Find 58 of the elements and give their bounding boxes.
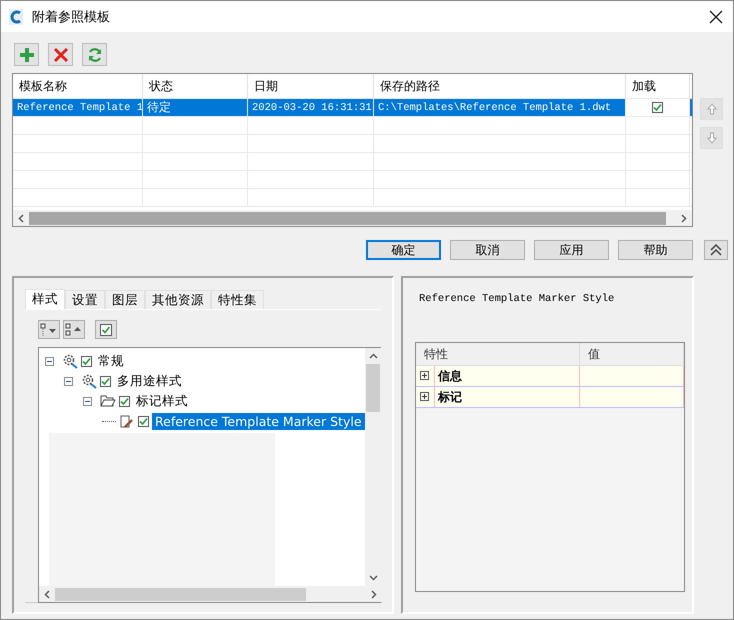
scroll-up-icon[interactable]: [368, 353, 378, 359]
dialog-button[interactable]: 帮助: [618, 240, 693, 260]
collapse-icon[interactable]: [704, 240, 728, 260]
scroll-right-icon[interactable]: [681, 214, 687, 222]
tree-checkbox[interactable]: [81, 356, 92, 366]
dialog-button[interactable]: 取消: [450, 240, 525, 260]
tree-checkbox[interactable]: [138, 416, 149, 426]
add-icon[interactable]: [14, 43, 39, 66]
refresh-icon[interactable]: [82, 43, 107, 66]
column-header[interactable]: 模板名称: [13, 74, 143, 98]
scroll-thumb[interactable]: [366, 364, 380, 412]
scroll-thumb[interactable]: [29, 212, 666, 224]
dialog-button[interactable]: 应用: [534, 240, 609, 260]
scroll-thumb[interactable]: [55, 588, 306, 600]
check-all-icon[interactable]: [95, 320, 117, 339]
scroll-left-icon[interactable]: [18, 214, 24, 222]
tree-item[interactable]: 常规: [95, 352, 127, 370]
collapse-toggle-icon[interactable]: [83, 396, 92, 406]
tab[interactable]: 其他资源: [145, 290, 211, 309]
tab[interactable]: 图层: [105, 290, 145, 309]
scroll-down-icon[interactable]: [368, 575, 378, 581]
collapse-all-icon[interactable]: [63, 320, 85, 339]
tree-checkbox[interactable]: [100, 376, 111, 386]
table-cell: 2020-03-20 16:31:31: [248, 99, 374, 116]
expand-toggle-icon[interactable]: [420, 371, 429, 380]
paintbrush-icon: [119, 413, 135, 429]
expand-all-icon[interactable]: [38, 320, 60, 339]
style-name: Reference Template Marker Style: [419, 293, 616, 305]
tab[interactable]: 设置: [65, 290, 105, 309]
horizontal-scrollbar[interactable]: [13, 210, 692, 226]
tab[interactable]: 特性集: [211, 290, 264, 309]
delete-icon[interactable]: [48, 43, 73, 66]
window-title: 附着参照模板: [32, 8, 110, 26]
expand-toggle-icon[interactable]: [420, 392, 429, 401]
tab[interactable]: 样式: [25, 289, 65, 309]
gear-wrench-icon: [81, 373, 97, 389]
gear-wrench-icon: [62, 353, 78, 369]
collapse-toggle-icon[interactable]: [45, 356, 54, 366]
table-cell: 待定: [143, 99, 248, 116]
column-header: 特性: [416, 343, 580, 365]
column-header[interactable]: 状态: [143, 74, 248, 98]
close-icon[interactable]: [707, 8, 725, 26]
app-logo-icon: [9, 8, 23, 24]
scroll-left-icon[interactable]: [44, 590, 50, 598]
column-header[interactable]: 加载: [626, 74, 690, 98]
column-header[interactable]: 保存的路径: [374, 74, 626, 98]
collapse-toggle-icon[interactable]: [64, 376, 73, 386]
tree-item[interactable]: 多用途样式: [114, 372, 185, 390]
column-header: 值: [580, 343, 684, 365]
dialog-button[interactable]: 确定: [366, 240, 441, 260]
tree-item[interactable]: 标记样式: [133, 392, 191, 410]
folder-icon: [100, 394, 116, 408]
tree-item[interactable]: Reference Template Marker Style: [152, 412, 365, 430]
load-checkbox[interactable]: [652, 102, 663, 113]
horizontal-scrollbar[interactable]: [39, 586, 382, 602]
column-header[interactable]: 日期: [248, 74, 374, 98]
tree-checkbox[interactable]: [119, 396, 130, 406]
scroll-right-icon[interactable]: [370, 590, 377, 598]
